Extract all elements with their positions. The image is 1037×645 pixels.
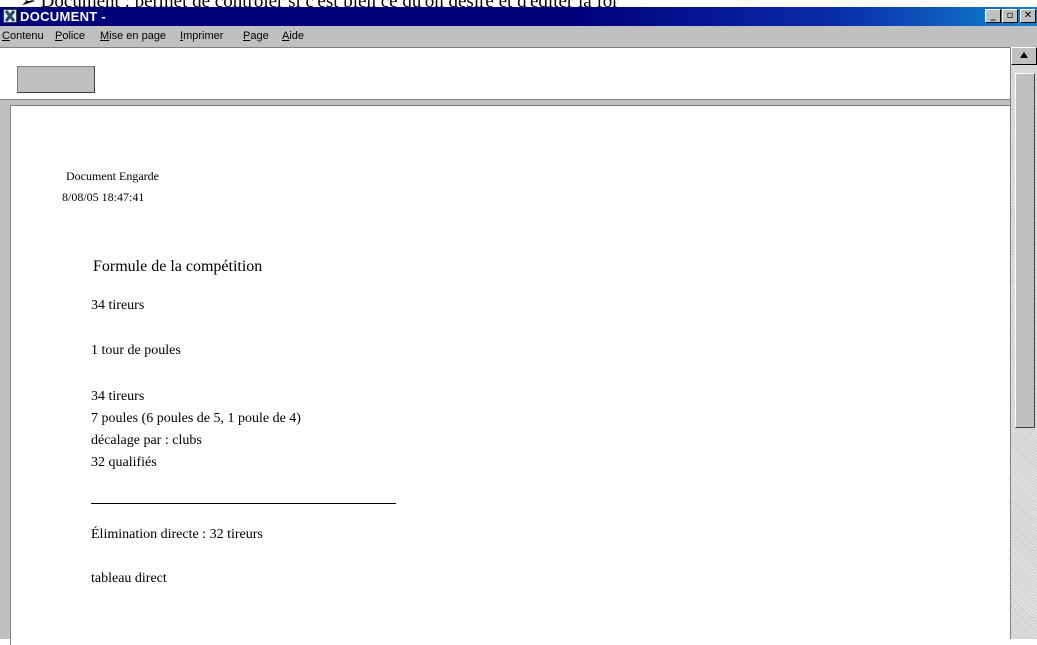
line-qualifies: 32 qualifiés xyxy=(91,455,157,470)
line-decalage: décalage par : clubs xyxy=(91,433,202,448)
line-tour: 1 tour de poules xyxy=(91,343,181,358)
document-page: Document Engarde 8/08/05 18:47:41 Formul… xyxy=(10,105,1010,645)
menu-page-rest: age xyxy=(250,30,269,42)
doc-header-datetime: 8/08/05 18:47:41 xyxy=(62,190,145,204)
window-title: DOCUMENT - xyxy=(20,9,107,24)
document-window: DOCUMENT - _ ▫ ✕ Contenu Police Mise en … xyxy=(0,7,1037,645)
menu-aide[interactable]: Aide xyxy=(282,30,304,43)
scroll-up-button[interactable] xyxy=(1011,47,1037,65)
menu-mise-en-page-accel: M xyxy=(100,30,110,42)
x-app-icon[interactable] xyxy=(3,9,17,23)
scroll-thumb[interactable] xyxy=(1015,73,1035,428)
menu-contenu-accel: C xyxy=(2,30,10,42)
menu-mise-en-page-rest: ise en page xyxy=(109,30,167,42)
doc-header-title: Document Engarde xyxy=(66,169,159,183)
page-selector-box[interactable] xyxy=(17,66,95,93)
line-elimination: Élimination directe : 32 tireurs xyxy=(91,527,263,542)
horizontal-rule xyxy=(91,503,396,504)
restore-button[interactable]: ▫ xyxy=(1002,9,1018,23)
menu-contenu-rest: ontenu xyxy=(9,30,44,42)
line-tableau: tableau direct xyxy=(91,571,167,586)
menu-bar: Contenu Police Mise en page Imprimer Pag… xyxy=(0,27,1037,46)
vertical-scrollbar[interactable] xyxy=(1010,47,1037,639)
section-title: Formule de la compétition xyxy=(93,258,263,275)
close-button[interactable]: ✕ xyxy=(1020,9,1036,23)
line-tireurs-total: 34 tireurs xyxy=(91,298,145,313)
arrow-up-icon xyxy=(1020,52,1028,58)
line-tireurs-poules: 34 tireurs xyxy=(91,389,145,404)
menu-contenu[interactable]: Contenu xyxy=(2,30,44,43)
title-bar[interactable]: DOCUMENT - _ ▫ ✕ xyxy=(0,7,1037,26)
minimize-button[interactable]: _ xyxy=(985,9,1001,23)
toolbar xyxy=(0,47,1010,100)
line-poules: 7 poules (6 poules de 5, 1 poule de 4) xyxy=(91,411,301,426)
menu-police-rest: olice xyxy=(62,30,85,42)
document-area: Document Engarde 8/08/05 18:47:41 Formul… xyxy=(0,100,1010,645)
menu-imprimer-rest: mprimer xyxy=(183,30,224,42)
menu-page[interactable]: Page xyxy=(243,30,269,43)
menu-aide-rest: ide xyxy=(289,30,305,42)
menu-mise-en-page[interactable]: Mise en page xyxy=(100,30,166,43)
menu-police[interactable]: Police xyxy=(55,30,85,43)
menu-imprimer[interactable]: Imprimer xyxy=(180,30,223,43)
